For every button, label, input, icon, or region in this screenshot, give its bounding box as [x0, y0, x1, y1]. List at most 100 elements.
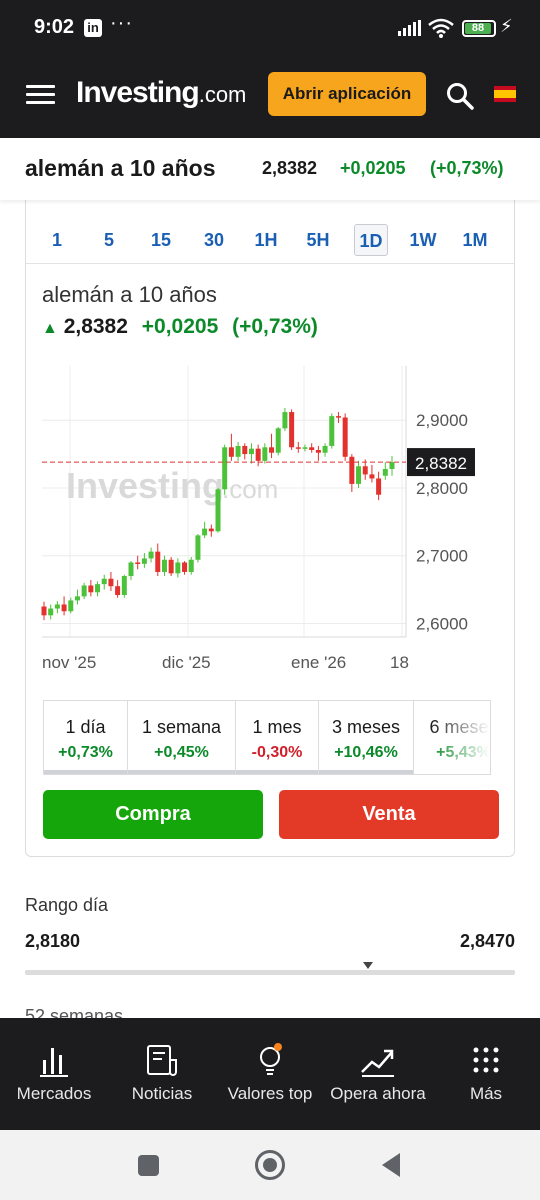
period-underline — [44, 770, 127, 774]
sell-button[interactable]: Venta — [279, 790, 499, 839]
candle — [48, 608, 54, 616]
bar-chart-icon — [40, 1048, 68, 1077]
candle — [335, 416, 341, 418]
candle — [255, 448, 261, 461]
period-underline — [236, 770, 318, 774]
linkedin-icon: in — [84, 19, 102, 37]
search-icon[interactable] — [446, 82, 474, 110]
period-label: 1 día — [65, 717, 106, 737]
nav-item-mercados[interactable]: Mercados — [0, 1018, 108, 1130]
nav-item-valores-top[interactable]: Valores top — [216, 1018, 324, 1130]
instrument-price: 2,8382 — [262, 158, 318, 178]
candle — [88, 585, 94, 593]
candle — [356, 466, 362, 484]
lightbulb-icon — [260, 1043, 282, 1075]
interval-5h[interactable]: 5H — [301, 224, 335, 256]
chart-header: alemán a 10 años ▲ 2,8382 +0,0205 (+0,73… — [42, 282, 326, 339]
battery-level: 88 — [465, 23, 491, 34]
nav-label: Más — [469, 1084, 503, 1103]
candle — [108, 578, 114, 587]
interval-1m[interactable]: 1M — [458, 224, 492, 256]
nav-item-mas[interactable]: Más — [432, 1018, 540, 1130]
candle — [242, 445, 248, 455]
nav-label: Noticias — [131, 1084, 193, 1103]
candle — [148, 551, 154, 559]
chart-card: 1 5 15 30 1H 5H 1D 1W 1M alemán a 10 años ▲ 2,83… — [25, 200, 515, 857]
candle — [362, 466, 368, 475]
interval-1w[interactable]: 1W — [406, 224, 440, 256]
home-icon[interactable] — [255, 1150, 285, 1180]
day-range-low: 2,8180 — [25, 931, 81, 951]
candle — [81, 585, 87, 597]
candle — [222, 447, 228, 490]
candle — [208, 528, 214, 532]
menu-icon[interactable] — [26, 85, 55, 105]
x-tick-label: 18 — [390, 653, 409, 672]
candle — [315, 450, 321, 453]
candle — [382, 468, 388, 476]
candle — [262, 447, 268, 461]
interval-selector: 1 5 15 30 1H 5H 1D 1W 1M — [26, 216, 514, 264]
interval-1d[interactable]: 1D — [354, 224, 388, 256]
candle — [269, 447, 275, 453]
x-tick-label: ene '26 — [291, 653, 346, 672]
newspaper-icon — [147, 1045, 177, 1076]
recent-apps-icon[interactable] — [138, 1155, 159, 1176]
status-bar: 9:02 in ··· 88 ⚡ — [0, 0, 540, 52]
day-range-track — [25, 970, 515, 975]
period-tab[interactable]: 1 mes -0,30% — [236, 701, 319, 774]
more-notifications-icon: ··· — [110, 12, 133, 34]
status-time: 9:02 — [34, 16, 75, 38]
period-change: +10,46% — [334, 744, 398, 761]
period-change: +0,45% — [154, 744, 209, 761]
instrument-title-bar: alemán a 10 años 2,8382 +0,0205 (+0,73%) — [0, 138, 540, 200]
interval-30[interactable]: 30 — [197, 224, 231, 256]
candle — [376, 478, 382, 495]
period-tab[interactable]: 1 semana +0,45% — [128, 701, 236, 774]
candle — [68, 600, 74, 612]
nav-label: Valores top — [227, 1084, 313, 1103]
period-label: 1 semana — [141, 717, 222, 737]
period-underline — [319, 770, 413, 774]
chart-change: +0,0205 — [141, 315, 219, 338]
candle — [121, 576, 127, 595]
x-tick-label: nov '25 — [42, 653, 96, 672]
last-price-label: 2,8382 — [415, 454, 467, 473]
chart-watermark: Investing — [66, 465, 224, 506]
candle — [309, 447, 315, 451]
cell-signal-icon — [398, 20, 421, 36]
trend-up-icon — [361, 1049, 394, 1077]
candle — [155, 551, 161, 572]
arrow-up-icon: ▲ — [42, 320, 58, 337]
interval-1h[interactable]: 1H — [249, 224, 283, 256]
period-tab[interactable]: 3 meses +10,46% — [319, 701, 414, 774]
candle — [141, 558, 147, 564]
candle — [369, 474, 375, 479]
candle — [41, 606, 47, 616]
price-chart[interactable]: Investing.com 2,8382 2,9000 2,8000 2,7000 2,6… — [26, 360, 514, 680]
investing-logo[interactable]: Investing.com — [76, 76, 246, 110]
day-range-marker — [363, 962, 373, 969]
back-icon[interactable] — [382, 1153, 400, 1177]
nav-label: Mercados — [16, 1084, 92, 1103]
nav-item-noticias[interactable]: Noticias — [108, 1018, 216, 1130]
period-tab[interactable]: 1 día +0,73% — [44, 701, 128, 774]
candle — [115, 586, 121, 595]
candle — [161, 559, 167, 572]
interval-1[interactable]: 1 — [40, 224, 74, 256]
interval-5[interactable]: 5 — [92, 224, 126, 256]
spain-flag-icon[interactable] — [494, 86, 516, 102]
buy-button[interactable]: Compra — [43, 790, 263, 839]
day-range: Rango día 2,8180 2,8470 — [25, 895, 515, 975]
candle — [228, 447, 234, 457]
candle — [215, 489, 221, 532]
y-tick-label: 2,8000 — [416, 479, 468, 498]
candle — [182, 562, 188, 572]
nav-item-opera-ahora[interactable]: Opera ahora — [324, 1018, 432, 1130]
charging-icon: ⚡ — [500, 16, 513, 36]
performance-periods: 1 día +0,73% 1 semana +0,45% 1 mes -0,30% 3 me… — [43, 700, 491, 775]
candle — [202, 528, 208, 536]
x-tick-label: dic '25 — [162, 653, 211, 672]
interval-15[interactable]: 15 — [144, 224, 178, 256]
open-app-button[interactable]: Abrir aplicación — [268, 72, 426, 116]
